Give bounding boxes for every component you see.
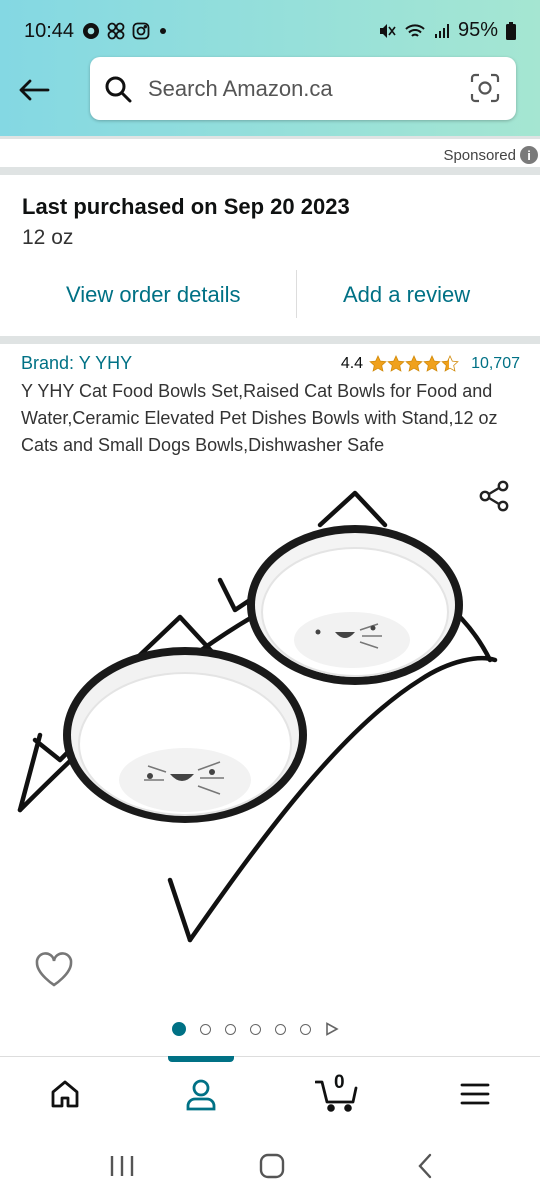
review-count: 10,707: [471, 355, 520, 372]
image-carousel-indicator[interactable]: [172, 1022, 339, 1036]
brand-link[interactable]: Brand: Y YHY: [21, 353, 132, 374]
chrome-icon: [83, 23, 99, 39]
divider: [0, 136, 540, 139]
vertical-divider: [296, 270, 297, 318]
carousel-dot[interactable]: [200, 1023, 211, 1035]
system-back-icon[interactable]: [412, 1152, 440, 1180]
active-tab-indicator: [168, 1056, 234, 1062]
battery-icon: [506, 21, 516, 40]
section-divider: [0, 336, 540, 344]
status-time: 10:44: [24, 20, 75, 42]
carousel-dot[interactable]: [275, 1023, 286, 1035]
product-title[interactable]: Y YHY Cat Food Bowls Set,Raised Cat Bowl…: [21, 378, 526, 459]
share-icon[interactable]: [476, 478, 512, 514]
nav-account[interactable]: [181, 1074, 221, 1114]
battery-percent: 95%: [457, 19, 498, 41]
carousel-dot[interactable]: [172, 1022, 186, 1036]
signal-icon: [434, 23, 449, 38]
status-notification-icons: [82, 21, 170, 41]
section-divider: [0, 167, 540, 175]
pinwheel-icon: [107, 22, 125, 40]
rating-value: 4.4: [340, 355, 364, 372]
nav-home[interactable]: [45, 1074, 85, 1114]
header-bar: 10:44 95%: [0, 0, 540, 136]
carousel-dot[interactable]: [225, 1023, 236, 1035]
play-video-icon[interactable]: [325, 1022, 339, 1036]
info-icon: i: [520, 146, 538, 164]
more-notifications-dot-icon: [160, 28, 166, 34]
nav-cart[interactable]: 0: [315, 1072, 359, 1114]
star-rating-icon: [369, 355, 459, 372]
nav-menu[interactable]: [455, 1074, 495, 1114]
search-icon: [105, 76, 132, 102]
view-order-details-link[interactable]: View order details: [66, 282, 240, 308]
search-bar[interactable]: [90, 57, 516, 120]
recent-apps-icon[interactable]: [108, 1152, 136, 1180]
rating-summary[interactable]: 4.4 10,707: [341, 355, 520, 373]
carousel-dot[interactable]: [250, 1023, 261, 1035]
camera-lens-icon[interactable]: [470, 73, 500, 103]
menu-icon: [460, 1083, 490, 1105]
last-purchased-text: Last purchased on Sep 20 2023: [22, 194, 350, 219]
status-bar: 10:44 95%: [0, 0, 540, 60]
product-image[interactable]: [0, 470, 540, 960]
purchased-size: 12 oz: [22, 226, 74, 249]
carousel-dot[interactable]: [300, 1023, 311, 1035]
mute-icon: [379, 23, 396, 38]
arrow-left-icon: [19, 79, 50, 101]
add-review-link[interactable]: Add a review: [343, 282, 470, 308]
wishlist-heart-icon[interactable]: [34, 951, 74, 989]
search-input[interactable]: [146, 74, 450, 103]
cart-count: 0: [334, 1072, 345, 1093]
account-icon: [186, 1079, 216, 1111]
home-icon: [51, 1080, 79, 1108]
back-button[interactable]: [14, 70, 54, 110]
instagram-icon: [132, 22, 150, 40]
wifi-icon: [405, 23, 425, 37]
sponsored-label[interactable]: Sponsored i: [443, 146, 538, 164]
home-button-icon[interactable]: [258, 1152, 286, 1180]
